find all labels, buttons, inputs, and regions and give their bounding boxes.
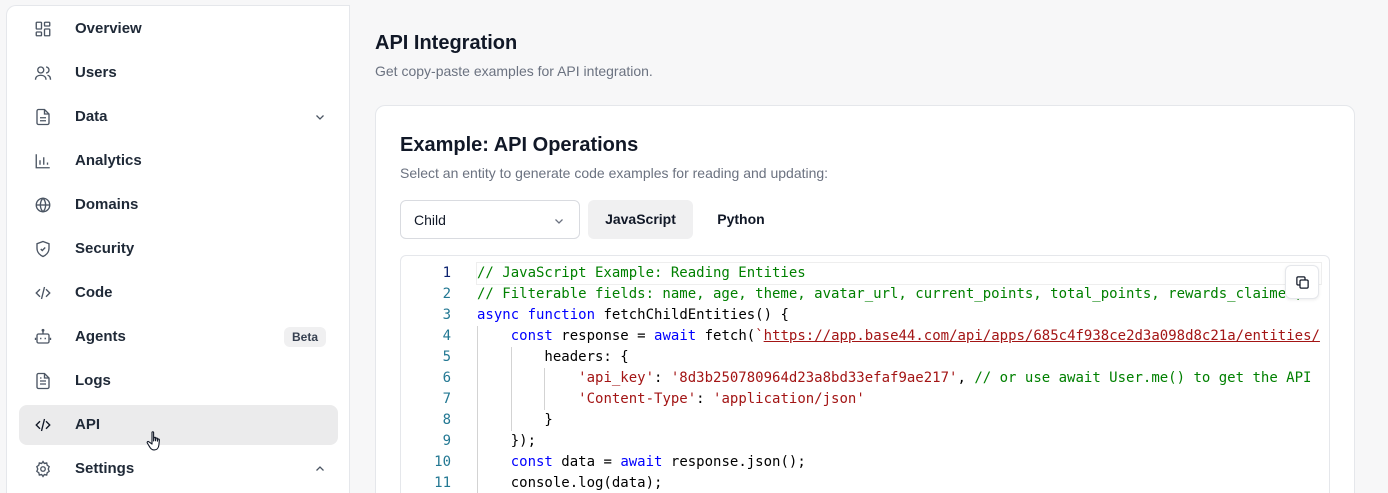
sidebar-item-label: Users xyxy=(75,64,117,81)
file-text-icon xyxy=(34,372,52,390)
code-text: async function fetchChildEntities() { xyxy=(477,307,789,323)
globe-icon xyxy=(34,196,52,214)
sidebar-item-label: Settings xyxy=(75,460,135,477)
code-text: // JavaScript Example: Reading Entities xyxy=(476,262,1322,285)
page-title: API Integration xyxy=(375,32,518,54)
grid-icon xyxy=(34,20,52,38)
sidebar-item-domains[interactable]: Domains xyxy=(19,185,338,225)
sidebar-item-label: Security xyxy=(75,240,135,257)
copy-button[interactable] xyxy=(1285,265,1319,299)
card-description: Select an entity to generate code exampl… xyxy=(400,165,829,181)
sidebar-item-logs[interactable]: Logs xyxy=(19,361,338,401)
main-content: API Integration Get copy-paste examples … xyxy=(351,0,1388,493)
line-number: 1 xyxy=(442,265,451,281)
beta-badge: Beta xyxy=(283,327,326,347)
code-line: 5 headers: { xyxy=(401,347,1321,368)
code-line: 6 'api_key': '8d3b250780964d23a8bd33efaf… xyxy=(401,368,1321,389)
code-line: 2 // Filterable fields: name, age, theme,… xyxy=(401,284,1321,305)
sidebar-item-agents[interactable]: Agents Beta xyxy=(19,317,338,357)
code-line: 10 const data = await response.json(); xyxy=(401,452,1321,473)
sidebar-item-api[interactable]: API xyxy=(19,405,338,445)
tab-javascript[interactable]: JavaScript xyxy=(588,200,693,239)
code-text: 'api_key': '8d3b250780964d23a8bd33efaf9a… xyxy=(578,370,1312,386)
code-icon xyxy=(34,284,52,302)
line-number: 5 xyxy=(442,349,451,365)
code-lines: 1 // JavaScript Example: Reading Entities… xyxy=(401,262,1322,493)
sidebar-item-analytics[interactable]: Analytics xyxy=(19,141,338,181)
sidebar-item-label: Agents xyxy=(75,328,126,345)
sidebar-item-settings[interactable]: Settings xyxy=(19,449,338,489)
line-number: 8 xyxy=(442,412,451,428)
sidebar-item-users[interactable]: Users xyxy=(19,53,338,93)
sidebar-item-label: Domains xyxy=(75,196,139,213)
sidebar-item-label: API xyxy=(75,416,101,433)
sidebar-item-label: Code xyxy=(75,284,113,301)
gear-icon xyxy=(34,460,52,478)
sidebar-item-label: Logs xyxy=(75,372,111,389)
entity-select-value: Child xyxy=(414,212,446,228)
sidebar-item-label: Data xyxy=(75,108,108,125)
code-text: headers: { xyxy=(477,349,629,365)
line-number: 2 xyxy=(442,286,451,302)
bot-icon xyxy=(34,328,52,346)
line-number: 11 xyxy=(434,475,451,491)
sidebar-item-label: Overview xyxy=(75,20,142,37)
line-number: 7 xyxy=(442,391,451,407)
line-number: 6 xyxy=(442,370,451,386)
tab-python[interactable]: Python xyxy=(701,200,781,239)
code-line: 11 console.log(data); xyxy=(401,473,1321,493)
code-line: 9 }); xyxy=(401,431,1321,452)
users-icon xyxy=(34,64,52,82)
entity-select[interactable]: Child xyxy=(400,200,580,239)
sidebar: Overview Users Data Analytics Domains Se… xyxy=(6,5,350,493)
sidebar-item-data[interactable]: Data xyxy=(19,97,338,137)
hand-cursor-icon xyxy=(146,431,160,451)
code-text: }); xyxy=(477,433,537,449)
code-line: 1 // JavaScript Example: Reading Entities xyxy=(401,262,1322,285)
line-number: 3 xyxy=(442,307,451,323)
api-operations-card: Example: API Operations Select an entity… xyxy=(375,105,1355,493)
code-text: } xyxy=(477,412,553,428)
code-text: // Filterable fields: name, age, theme, … xyxy=(477,286,1312,302)
line-number: 4 xyxy=(442,328,451,344)
file-icon xyxy=(34,108,52,126)
code-line: 7 'Content-Type': 'application/json' xyxy=(401,389,1321,410)
sidebar-item-overview[interactable]: Overview xyxy=(19,9,338,49)
bar-chart-icon xyxy=(34,152,52,170)
sidebar-item-code[interactable]: Code xyxy=(19,273,338,313)
code-icon xyxy=(34,416,52,434)
sidebar-item-label: Analytics xyxy=(75,152,142,169)
code-line: 8 } xyxy=(401,410,1321,431)
code-line: 3 async function fetchChildEntities() { xyxy=(401,305,1321,326)
line-number: 9 xyxy=(442,433,451,449)
code-text: console.log(data); xyxy=(477,475,663,491)
code-line: 4 const response = await fetch(`https://… xyxy=(401,326,1321,347)
shield-icon xyxy=(34,240,52,258)
chevron-down-icon xyxy=(553,215,565,227)
page-subtitle: Get copy-paste examples for API integrat… xyxy=(375,63,653,79)
code-text: 'Content-Type': 'application/json' xyxy=(578,391,865,407)
line-number: 10 xyxy=(434,454,451,470)
chevron-up-icon[interactable] xyxy=(314,463,326,475)
chevron-down-icon[interactable] xyxy=(314,111,326,123)
sidebar-item-security[interactable]: Security xyxy=(19,229,338,269)
card-title: Example: API Operations xyxy=(400,134,639,156)
code-text: const response = await fetch(`https://ap… xyxy=(510,328,1320,344)
code-editor[interactable]: 1 // JavaScript Example: Reading Entities… xyxy=(400,255,1330,493)
code-text: const data = await response.json(); xyxy=(510,454,806,470)
copy-icon xyxy=(1296,276,1309,289)
